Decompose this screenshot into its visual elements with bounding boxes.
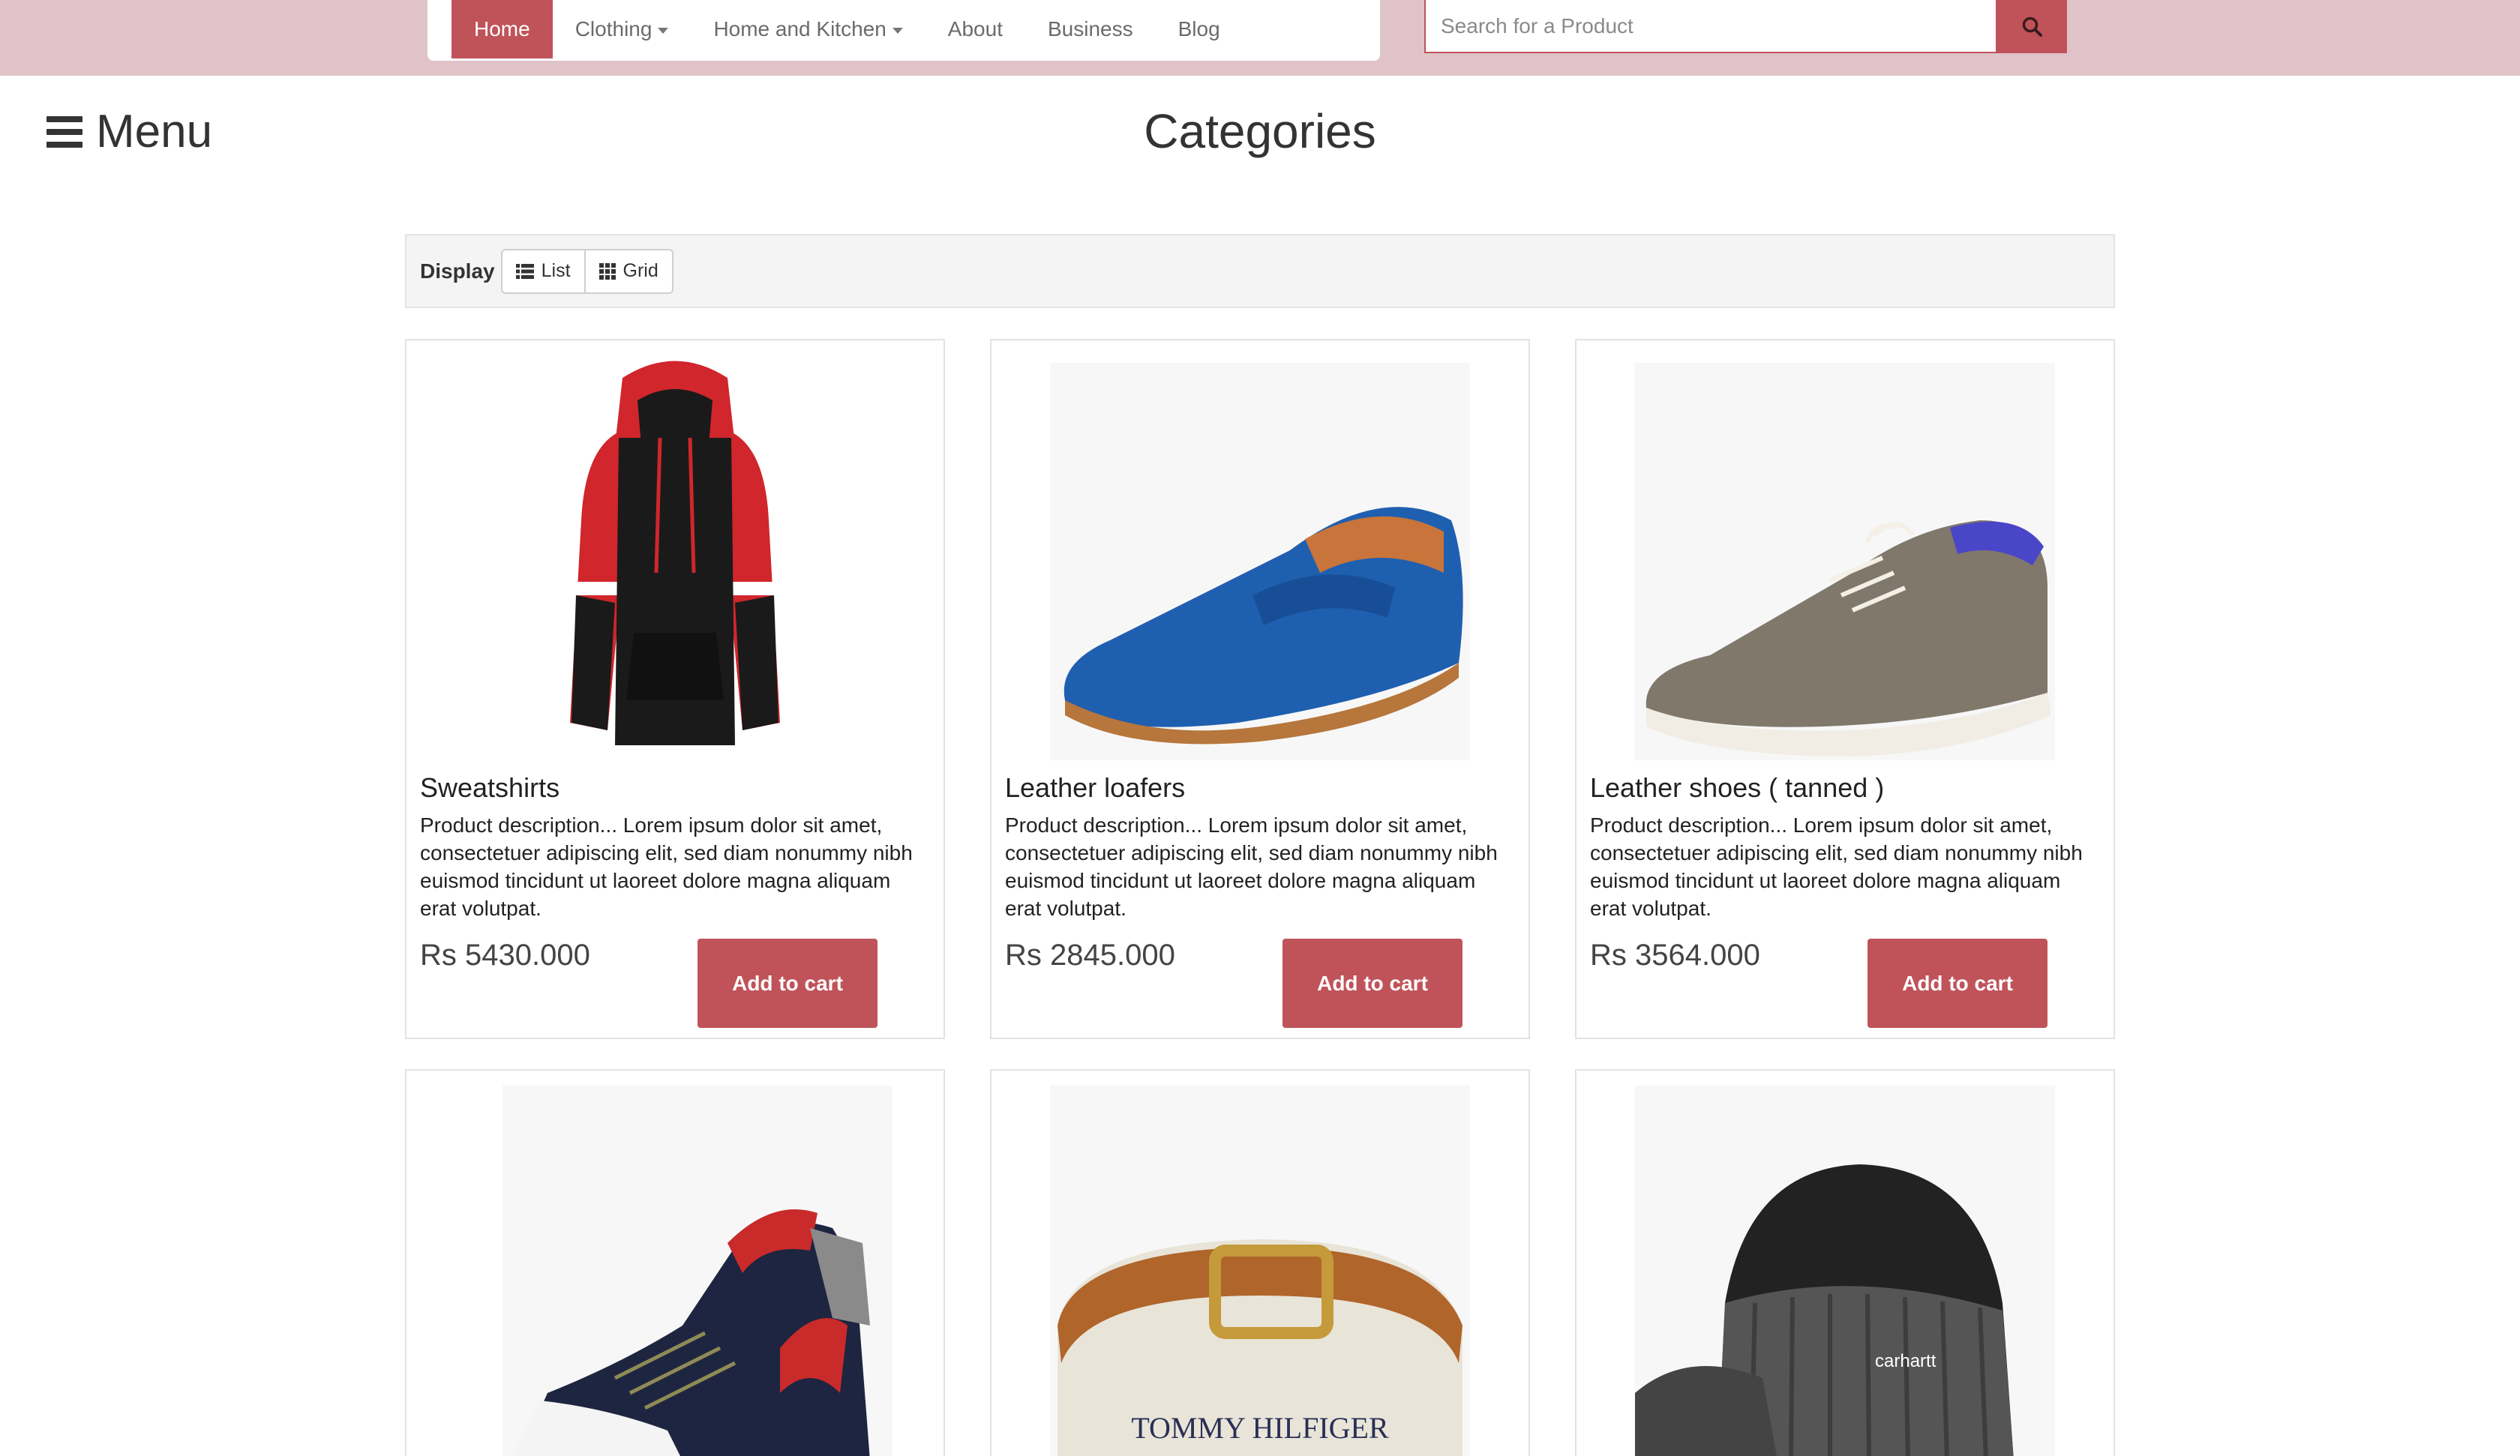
nav-business[interactable]: Business (1025, 0, 1156, 58)
belt-brand-text: TOMMY HILFIGER (1131, 1411, 1389, 1445)
product-image-hoodie[interactable] (406, 348, 944, 768)
add-to-cart-button[interactable]: Add to cart (698, 939, 878, 1028)
product-name[interactable]: Sweatshirts (420, 772, 560, 804)
add-to-cart-button[interactable]: Add to cart (1868, 939, 2048, 1028)
product-price: Rs 5430.000 (420, 939, 590, 972)
add-to-cart-button[interactable]: Add to cart (1282, 939, 1462, 1028)
display-toolbar: Display List Grid (405, 234, 2115, 308)
list-view-button[interactable]: List (502, 250, 584, 292)
product-name[interactable]: Leather shoes ( tanned ) (1590, 772, 1884, 804)
chevron-down-icon (658, 28, 669, 34)
list-view-label: List (541, 260, 571, 281)
list-icon (515, 263, 534, 279)
search-button[interactable] (1997, 0, 2067, 53)
product-image-beanie[interactable]: carhartt (1576, 1078, 2114, 1456)
main-nav: Home Clothing Home and Kitchen About Bus… (428, 0, 1380, 61)
grid-icon (598, 262, 616, 280)
product-name[interactable]: Leather loafers (1005, 772, 1185, 804)
product-description: Product description... Lorem ipsum dolor… (420, 813, 913, 920)
chevron-down-icon (892, 28, 903, 34)
grid-view-label: Grid (622, 260, 658, 281)
product-price: Rs 2845.000 (1005, 939, 1175, 972)
page-title: Categories (1144, 104, 1376, 158)
search-input[interactable] (1424, 0, 1997, 53)
product-image-leather-shoe[interactable] (1576, 348, 2114, 768)
search-bar (1424, 0, 2067, 53)
nav-home[interactable]: Home (452, 0, 553, 58)
product-card: Leather shoes ( tanned ) Product descrip… (1575, 339, 2115, 1039)
product-image-belt[interactable]: TOMMY HILFIGER (992, 1078, 1528, 1456)
product-description: Product description... Lorem ipsum dolor… (1590, 813, 2083, 920)
display-label: Display (420, 259, 495, 283)
beanie-logo-text: carhartt (1875, 1351, 1936, 1371)
product-card: Sweatshirts Product description... Lorem… (405, 339, 945, 1039)
product-card: Leather loafers Product description... L… (990, 339, 1530, 1039)
nav-about-label: About (947, 17, 1003, 40)
top-bar: Home Clothing Home and Kitchen About Bus… (0, 0, 2520, 76)
nav-clothing[interactable]: Clothing (553, 0, 692, 58)
product-description: Product description... Lorem ipsum dolor… (1005, 813, 1498, 920)
nav-business-label: Business (1047, 17, 1133, 40)
grid-view-button[interactable]: Grid (584, 250, 672, 292)
nav-home-label: Home (474, 17, 530, 40)
nav-home-and-kitchen[interactable]: Home and Kitchen (691, 0, 925, 58)
product-price: Rs 3564.000 (1590, 939, 1760, 972)
product-image-sneaker[interactable] (406, 1078, 944, 1456)
product-card: TOMMY HILFIGER (990, 1069, 1530, 1456)
nav-clothing-label: Clothing (574, 17, 652, 40)
product-image-loafer[interactable] (992, 348, 1528, 768)
nav-about[interactable]: About (926, 0, 1025, 58)
product-card: carhartt (1575, 1069, 2115, 1456)
nav-home-and-kitchen-label: Home and Kitchen (713, 17, 886, 40)
nav-blog[interactable]: Blog (1156, 0, 1243, 58)
search-icon (2022, 16, 2042, 37)
view-toggle-group: List Grid (500, 248, 674, 294)
nav-blog-label: Blog (1178, 17, 1220, 40)
product-card (405, 1069, 945, 1456)
